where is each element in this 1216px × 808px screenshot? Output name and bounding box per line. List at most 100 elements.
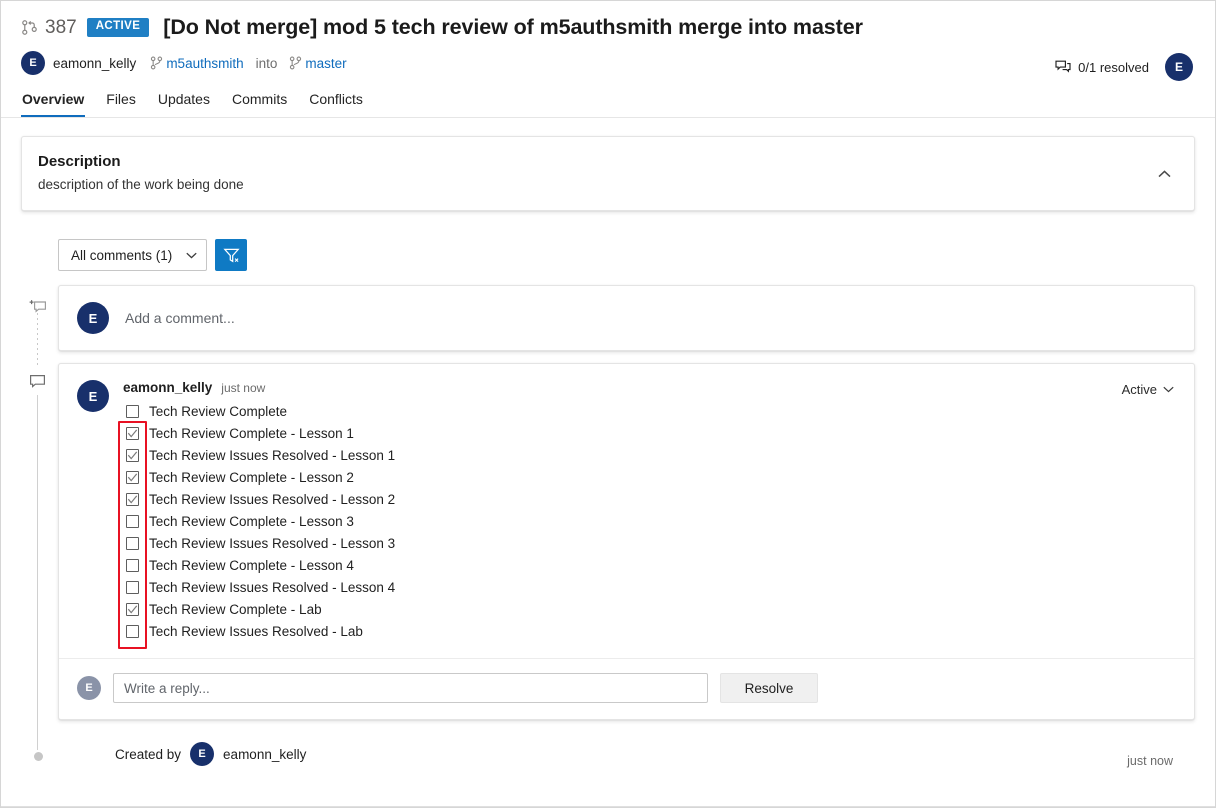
pr-id-group: 387 xyxy=(21,17,77,39)
list-item[interactable]: Tech Review Complete xyxy=(126,400,1176,422)
list-item[interactable]: Tech Review Issues Resolved - Lesson 1 xyxy=(126,444,1176,466)
pr-footer: Created by E eamonn_kelly just now xyxy=(115,742,1195,780)
list-item[interactable]: Tech Review Issues Resolved - Lesson 3 xyxy=(126,532,1176,554)
checkbox[interactable] xyxy=(126,624,139,638)
reply-row: E Resolve xyxy=(59,659,1194,719)
checkbox[interactable] xyxy=(126,404,139,418)
avatar: E xyxy=(77,380,109,412)
tab-overview[interactable]: Overview xyxy=(20,91,86,117)
pr-header: 387 ACTIVE [Do Not merge] mod 5 tech rev… xyxy=(1,1,1215,117)
tech-review-checklist: Tech Review Complete Tech Review Complet… xyxy=(118,400,1176,649)
tab-conflicts[interactable]: Conflicts xyxy=(309,91,363,117)
list-item[interactable]: Tech Review Complete - Lesson 4 xyxy=(126,554,1176,576)
list-item[interactable]: Tech Review Complete - Lesson 1 xyxy=(126,422,1176,444)
resolved-count[interactable]: 0/1 resolved xyxy=(1055,60,1149,75)
list-item-label: Tech Review Issues Resolved - Lesson 2 xyxy=(149,491,396,507)
list-item[interactable]: Tech Review Issues Resolved - Lesson 2 xyxy=(126,488,1176,510)
comments-filter-value: All comments (1) xyxy=(71,247,173,263)
list-item-label: Tech Review Complete - Lesson 4 xyxy=(149,557,354,573)
rail-dotted-line xyxy=(37,313,38,365)
status-badge: ACTIVE xyxy=(86,18,150,37)
checkbox[interactable] xyxy=(126,514,139,528)
comments-filter-select[interactable]: All comments (1) xyxy=(58,239,208,271)
chevron-down-icon xyxy=(186,252,197,259)
description-collapse-button[interactable] xyxy=(1148,158,1180,190)
target-branch-name[interactable]: master xyxy=(305,56,346,71)
checkbox[interactable] xyxy=(126,492,139,506)
pull-request-icon xyxy=(21,19,38,36)
clear-filter-button[interactable] xyxy=(215,239,248,271)
checkbox[interactable] xyxy=(126,426,139,440)
list-item[interactable]: Tech Review Issues Resolved - Lesson 4 xyxy=(126,576,1176,598)
app-window: 387 ACTIVE [Do Not merge] mod 5 tech rev… xyxy=(0,0,1216,808)
branch-icon xyxy=(150,56,163,70)
list-item-label: Tech Review Complete - Lesson 1 xyxy=(149,425,354,441)
page-title: [Do Not merge] mod 5 tech review of m5au… xyxy=(163,15,863,39)
rail-solid-line xyxy=(37,395,38,750)
pr-author-name: eamonn_kelly xyxy=(53,55,137,71)
avatar: E xyxy=(21,51,45,75)
comment-bubble-icon xyxy=(29,374,47,390)
comment-thread-card: Active E eamonn_kelly just now Tech Revi… xyxy=(58,363,1195,720)
pr-title-row: 387 ACTIVE [Do Not merge] mod 5 tech rev… xyxy=(21,15,1195,40)
rail-end-dot xyxy=(33,752,43,761)
add-comment-input[interactable]: Add a comment... xyxy=(125,310,235,326)
into-label: into xyxy=(255,55,278,71)
created-by-label: Created by xyxy=(115,746,182,762)
resolved-text: 0/1 resolved xyxy=(1078,59,1149,75)
checkbox[interactable] xyxy=(126,448,139,462)
created-by-author: eamonn_kelly xyxy=(223,746,307,762)
tabs-divider xyxy=(1,117,1215,118)
source-branch-name[interactable]: m5authsmith xyxy=(166,56,243,71)
comment-header: E eamonn_kelly just now Tech Review Comp… xyxy=(77,380,1176,649)
list-item[interactable]: Tech Review Complete - Lesson 2 xyxy=(126,466,1176,488)
chevron-down-icon xyxy=(1163,386,1174,393)
tab-commits[interactable]: Commits xyxy=(232,91,287,117)
pr-tabs: Overview Files Updates Commits Conflicts xyxy=(20,91,1195,117)
tab-updates[interactable]: Updates xyxy=(158,91,210,117)
list-item-label: Tech Review Complete xyxy=(149,403,288,419)
source-branch-link[interactable]: m5authsmith xyxy=(150,56,244,71)
avatar: E xyxy=(77,676,101,700)
thread-status-dropdown[interactable]: Active xyxy=(1122,382,1174,397)
avatar: E xyxy=(77,302,109,334)
tab-files[interactable]: Files xyxy=(106,91,136,117)
created-by-group: Created by E eamonn_kelly xyxy=(115,742,306,766)
thread-status-label: Active xyxy=(1121,382,1157,397)
pr-meta-row: E eamonn_kelly m5authsmith into master xyxy=(21,51,1195,75)
list-item-label: Tech Review Complete - Lesson 2 xyxy=(149,469,354,485)
comment-author: eamonn_kelly xyxy=(123,380,213,395)
thread-rail xyxy=(28,285,48,780)
resolve-button[interactable]: Resolve xyxy=(720,673,818,703)
list-item-label: Tech Review Complete - Lab xyxy=(149,601,322,617)
list-item[interactable]: Tech Review Issues Resolved - Lab xyxy=(126,620,1176,642)
checkbox[interactable] xyxy=(126,536,139,550)
description-title: Description xyxy=(38,153,121,170)
reply-input[interactable] xyxy=(113,673,708,703)
add-comment-card[interactable]: E Add a comment... xyxy=(58,285,1195,351)
description-card: Description description of the work bein… xyxy=(21,136,1195,211)
list-item[interactable]: Tech Review Complete - Lab xyxy=(126,598,1176,620)
avatar[interactable]: E xyxy=(1165,53,1193,81)
comment-body: Active E eamonn_kelly just now Tech Revi… xyxy=(59,364,1194,649)
target-branch-link[interactable]: master xyxy=(289,56,347,71)
checkbox[interactable] xyxy=(126,580,139,594)
list-item-label: Tech Review Issues Resolved - Lesson 1 xyxy=(149,447,396,463)
list-item-label: Tech Review Complete - Lesson 3 xyxy=(149,513,354,529)
checkbox[interactable] xyxy=(126,470,139,484)
list-item-label: Tech Review Issues Resolved - Lesson 3 xyxy=(149,535,396,551)
comments-icon xyxy=(1055,60,1071,75)
filter-clear-icon xyxy=(223,247,240,264)
checkbox[interactable] xyxy=(126,602,139,616)
add-comment-icon xyxy=(29,299,47,315)
branch-icon xyxy=(289,56,302,70)
pr-overview-content: Description description of the work bein… xyxy=(1,136,1215,780)
list-item-label: Tech Review Issues Resolved - Lesson 4 xyxy=(149,579,396,595)
comment-meta: eamonn_kelly just now xyxy=(123,380,1176,395)
comments-filter-row: All comments (1) xyxy=(58,239,1215,271)
avatar: E xyxy=(190,742,215,766)
checkbox[interactable] xyxy=(126,558,139,572)
description-body: description of the work being done xyxy=(38,177,244,192)
chevron-up-icon xyxy=(1157,169,1171,178)
list-item[interactable]: Tech Review Complete - Lesson 3 xyxy=(126,510,1176,532)
